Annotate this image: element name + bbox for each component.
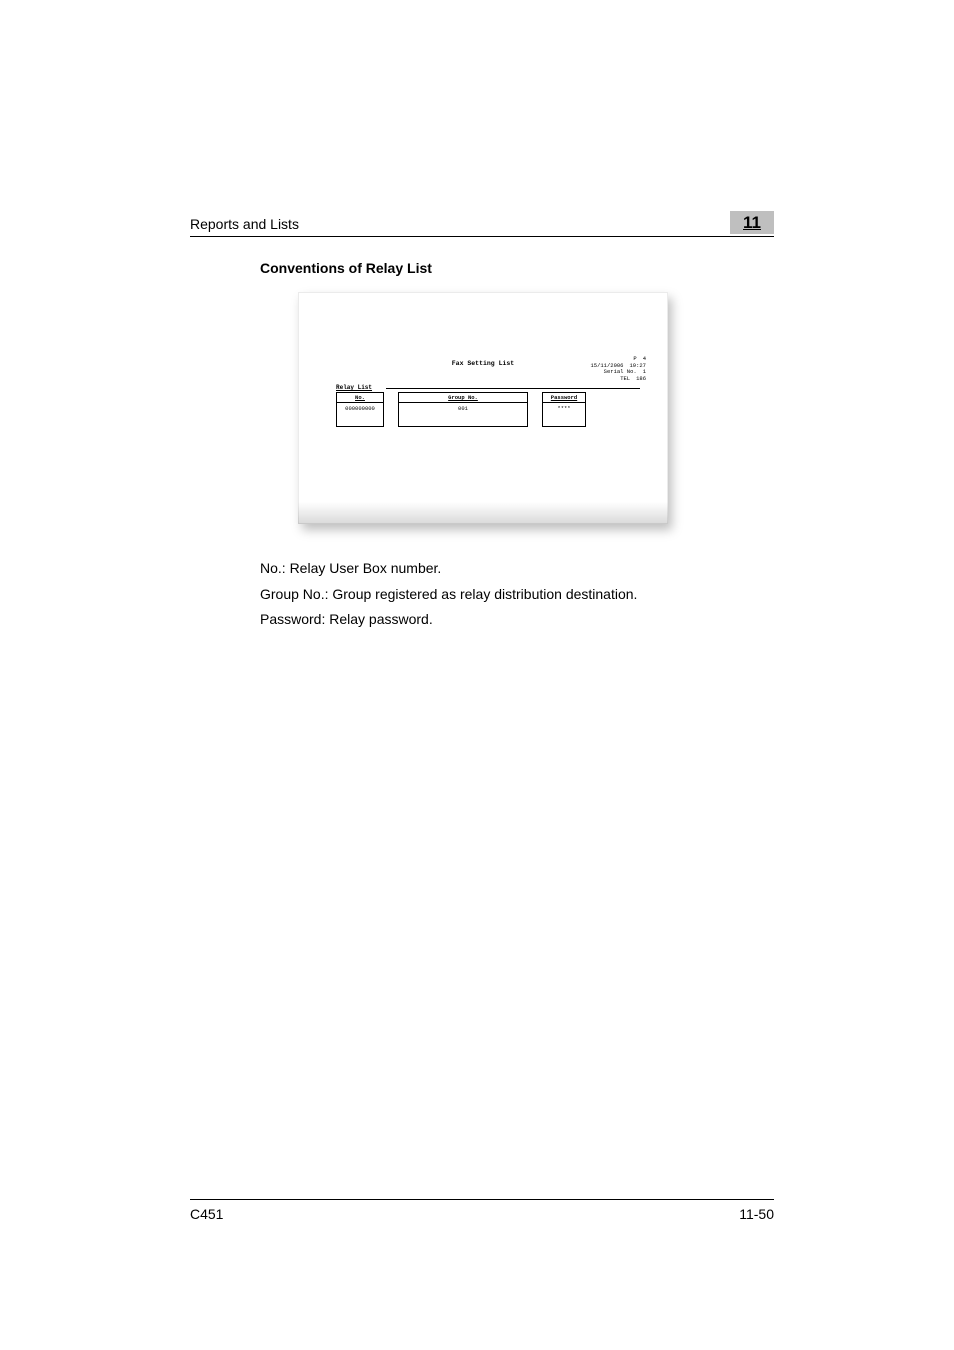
- cell-no: 000000000: [336, 403, 384, 427]
- cell-group: 001: [398, 403, 528, 427]
- meta-tel-value: 186: [636, 376, 646, 383]
- col-spacer: [384, 403, 398, 427]
- figure-shadow: [298, 502, 668, 524]
- relay-list-figure: Fax Setting List P 4 15/11/2006 19:27 Se…: [298, 292, 668, 524]
- definition-no: No.: Relay User Box number.: [260, 558, 764, 580]
- fax-meta: P 4 15/11/2006 19:27 Serial No. 1 TEL 18…: [590, 356, 646, 382]
- page: Reports and Lists 11 Conventions of Rela…: [0, 0, 954, 1350]
- definition-group: Group No.: Group registered as relay dis…: [260, 584, 764, 606]
- chapter-number-box: 11: [730, 211, 774, 234]
- chapter-number: 11: [743, 213, 761, 233]
- chapter-indicator: 11: [724, 208, 774, 232]
- page-header: Reports and Lists 11: [190, 208, 774, 237]
- body-text: No.: Relay User Box number. Group No.: G…: [260, 558, 764, 635]
- footer-page-number: 11-50: [739, 1206, 774, 1222]
- relay-list-label: Relay List: [336, 384, 372, 391]
- col-header-group: Group No.: [398, 392, 528, 403]
- table-header-row: No. Group No. Password: [336, 392, 640, 403]
- table-row: 000000000 001 ****: [336, 403, 640, 427]
- fax-report-inner: Fax Setting List P 4 15/11/2006 19:27 Se…: [306, 300, 660, 484]
- col-spacer: [384, 392, 398, 403]
- relay-list-rule: [386, 388, 640, 389]
- cell-password: ****: [542, 403, 586, 427]
- col-header-no: No.: [336, 392, 384, 403]
- footer-model: C451: [190, 1206, 223, 1222]
- col-spacer: [528, 392, 542, 403]
- page-footer: C451 11-50: [190, 1199, 774, 1222]
- meta-tel-label: TEL: [620, 376, 630, 383]
- col-header-password: Password: [542, 392, 586, 403]
- definition-password: Password: Relay password.: [260, 609, 764, 631]
- running-head: Reports and Lists: [190, 216, 299, 232]
- section-heading: Conventions of Relay List: [260, 260, 432, 276]
- col-spacer: [528, 403, 542, 427]
- relay-table: No. Group No. Password 000000000 001 ***…: [336, 392, 640, 427]
